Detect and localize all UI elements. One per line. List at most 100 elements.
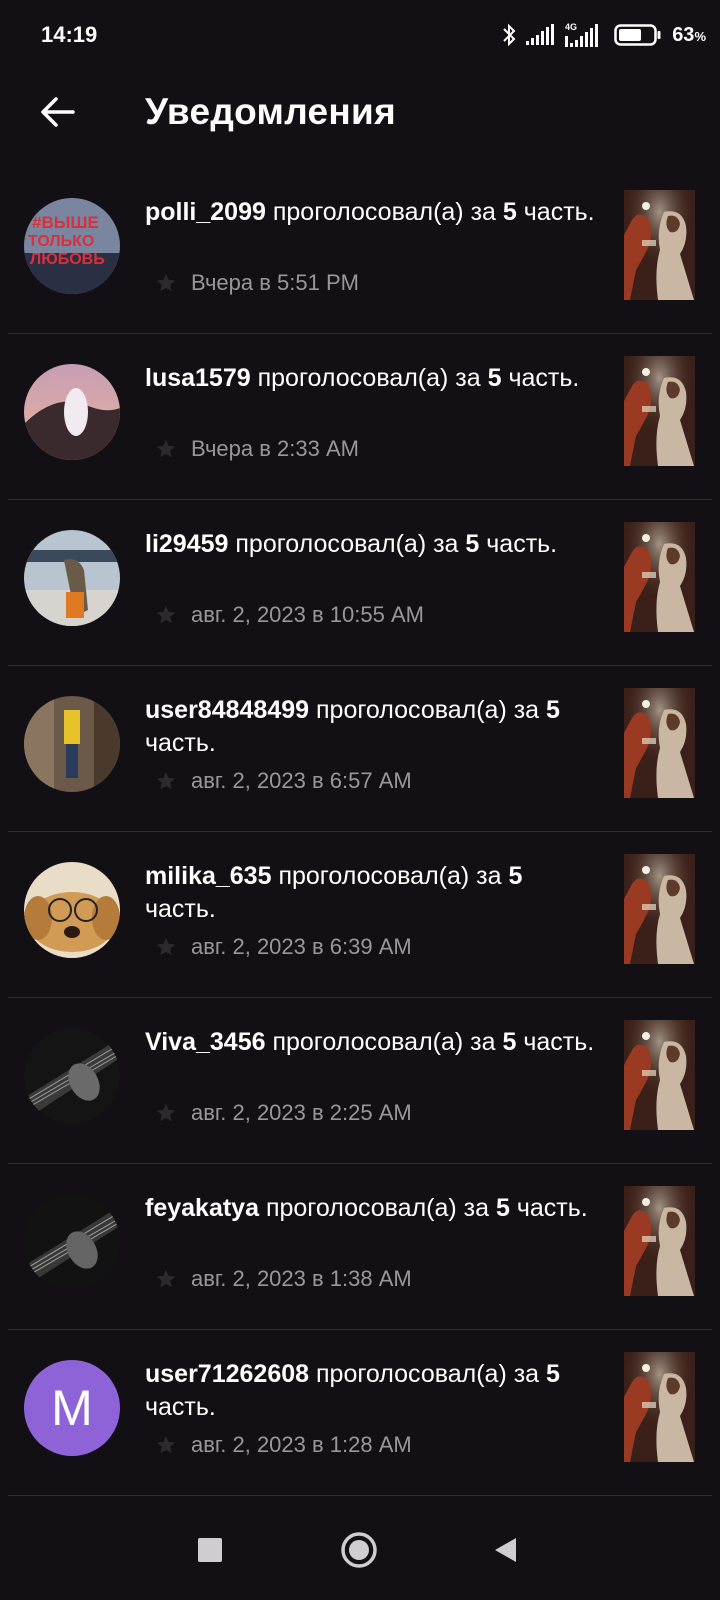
timestamp: Вчера в 2:33 AM	[191, 436, 359, 461]
username[interactable]: feyakatya	[145, 1194, 259, 1222]
part-label: часть.	[145, 895, 216, 923]
notification-item[interactable]: lusa1579 проголосовал(а) за 5 часть. Вче…	[0, 334, 720, 500]
avatar-photo[interactable]	[24, 862, 120, 958]
notification-item[interactable]: #ВЫШЕ ТОЛЬКО ЛЮБОВЬ polli_2099 проголосова…	[0, 168, 720, 334]
notification-meta: Вчера в 2:33 AM	[155, 436, 359, 462]
notification-message: feyakatya проголосовал(а) за 5 часть.	[145, 1192, 595, 1225]
story-cover-image	[624, 854, 695, 964]
story-cover-image	[624, 522, 695, 632]
timestamp: авг. 2, 2023 в 2:25 AM	[191, 1100, 412, 1125]
notification-message: lusa1579 проголосовал(а) за 5 часть.	[145, 362, 595, 395]
avatar-photo[interactable]	[24, 696, 120, 792]
story-cover-image	[624, 1020, 695, 1130]
username[interactable]: polli_2099	[145, 198, 266, 226]
star-icon	[156, 439, 176, 458]
home-button[interactable]	[329, 1520, 389, 1580]
timestamp: авг. 2, 2023 в 1:38 AM	[191, 1266, 412, 1291]
avatar-photo[interactable]	[24, 1028, 120, 1124]
vote-action-text: проголосовал(а) за	[265, 1194, 490, 1222]
story-cover-thumbnail[interactable]	[624, 854, 695, 964]
vote-action-text: проголосовал(а) за	[272, 1028, 496, 1056]
notification-meta: Вчера в 5:51 PM	[155, 270, 359, 296]
recent-apps-button[interactable]	[180, 1520, 240, 1580]
avatar-initial: M	[51, 1380, 93, 1436]
part-number: 5	[502, 198, 517, 226]
story-cover-thumbnail[interactable]	[624, 688, 695, 798]
avatar-photo[interactable]: #ВЫШЕ ТОЛЬКО ЛЮБОВЬ	[24, 198, 120, 294]
story-cover-thumbnail[interactable]	[624, 356, 695, 466]
username[interactable]: user84848499	[145, 696, 309, 724]
username[interactable]: li29459	[145, 530, 228, 558]
circle-home-icon	[341, 1532, 377, 1568]
timestamp: Вчера в 5:51 PM	[191, 270, 359, 295]
notification-item[interactable]: milika_635 проголосовал(а) за 5 часть. а…	[0, 832, 720, 998]
username[interactable]: user71262608	[145, 1360, 309, 1388]
battery-percent: 63%	[672, 23, 706, 46]
notification-meta: авг. 2, 2023 в 2:25 AM	[155, 1100, 412, 1126]
vote-action-text: проголосовал(а) за	[235, 530, 459, 558]
star-icon	[156, 1103, 176, 1122]
story-cover-image	[624, 190, 695, 300]
notification-meta: авг. 2, 2023 в 6:39 AM	[155, 934, 412, 960]
star-icon	[156, 1435, 176, 1454]
notification-message: Viva_3456 проголосовал(а) за 5 часть.	[145, 1026, 595, 1059]
part-number: 5	[546, 696, 560, 724]
back-button[interactable]	[30, 85, 84, 139]
part-label: часть.	[486, 530, 558, 558]
username[interactable]: lusa1579	[145, 364, 251, 392]
part-number: 5	[495, 1194, 510, 1222]
star-icon	[156, 771, 176, 790]
signal-icon	[526, 24, 555, 45]
svg-text:ТОЛЬКО: ТОЛЬКО	[28, 233, 94, 250]
notification-item[interactable]: M user71262608 проголосовал(а) за 5 част…	[0, 1330, 720, 1496]
notification-item[interactable]: feyakatya проголосовал(а) за 5 часть. ав…	[0, 1164, 720, 1330]
system-nav-bar	[0, 1500, 720, 1600]
username[interactable]: Viva_3456	[145, 1028, 266, 1056]
star-icon	[156, 273, 176, 292]
notification-item[interactable]: Viva_3456 проголосовал(а) за 5 часть. ав…	[0, 998, 720, 1164]
notification-message: user84848499 проголосовал(а) за 5 часть.	[145, 694, 595, 760]
story-cover-thumbnail[interactable]	[624, 522, 695, 632]
status-bar: 14:19 4G 63%	[0, 0, 720, 70]
part-number: 5	[487, 364, 502, 392]
avatar-letter[interactable]: M	[24, 1360, 120, 1456]
story-cover-thumbnail[interactable]	[624, 1352, 695, 1462]
item-divider	[8, 1495, 712, 1496]
star-icon	[156, 1269, 176, 1288]
story-cover-image	[624, 688, 695, 798]
bluetooth-icon	[503, 23, 516, 47]
vote-action-text: проголосовал(а) за	[278, 862, 502, 890]
story-cover-thumbnail[interactable]	[624, 1186, 695, 1296]
app-header: Уведомления	[0, 75, 720, 155]
part-number: 5	[502, 1028, 517, 1056]
story-cover-thumbnail[interactable]	[624, 190, 695, 300]
story-cover-thumbnail[interactable]	[624, 1020, 695, 1130]
notification-item[interactable]: li29459 проголосовал(а) за 5 часть. авг.…	[0, 500, 720, 666]
avatar-photo[interactable]	[24, 364, 120, 460]
notification-message: milika_635 проголосовал(а) за 5 часть.	[145, 860, 595, 926]
story-cover-image	[624, 1352, 695, 1462]
part-number: 5	[508, 862, 523, 890]
part-number: 5	[546, 1360, 560, 1388]
notification-item[interactable]: user84848499 проголосовал(а) за 5 часть.…	[0, 666, 720, 832]
triangle-back-icon	[495, 1538, 516, 1562]
signal-4g-icon: 4G	[565, 22, 599, 47]
timestamp: авг. 2, 2023 в 1:28 AM	[191, 1432, 412, 1457]
square-icon	[198, 1538, 222, 1562]
username[interactable]: milika_635	[145, 862, 272, 890]
network-type-label: 4G	[565, 22, 577, 32]
part-number: 5	[465, 530, 480, 558]
avatar-photo[interactable]	[24, 530, 120, 626]
notification-meta: авг. 2, 2023 в 6:57 AM	[155, 768, 412, 794]
vote-action-text: проголосовал(а) за	[257, 364, 481, 392]
notification-meta: авг. 2, 2023 в 1:28 AM	[155, 1432, 412, 1458]
vote-action-text: проголосовал(а) за	[316, 696, 540, 724]
part-label: часть.	[523, 198, 595, 226]
arrow-left-icon	[41, 97, 75, 127]
notification-message: polli_2099 проголосовал(а) за 5 часть.	[145, 196, 595, 229]
system-back-button[interactable]	[475, 1520, 535, 1580]
notification-message: li29459 проголосовал(а) за 5 часть.	[145, 528, 595, 561]
avatar-photo[interactable]	[24, 1194, 120, 1290]
vote-action-text: проголосовал(а) за	[272, 198, 496, 226]
timestamp: авг. 2, 2023 в 6:57 AM	[191, 768, 412, 793]
